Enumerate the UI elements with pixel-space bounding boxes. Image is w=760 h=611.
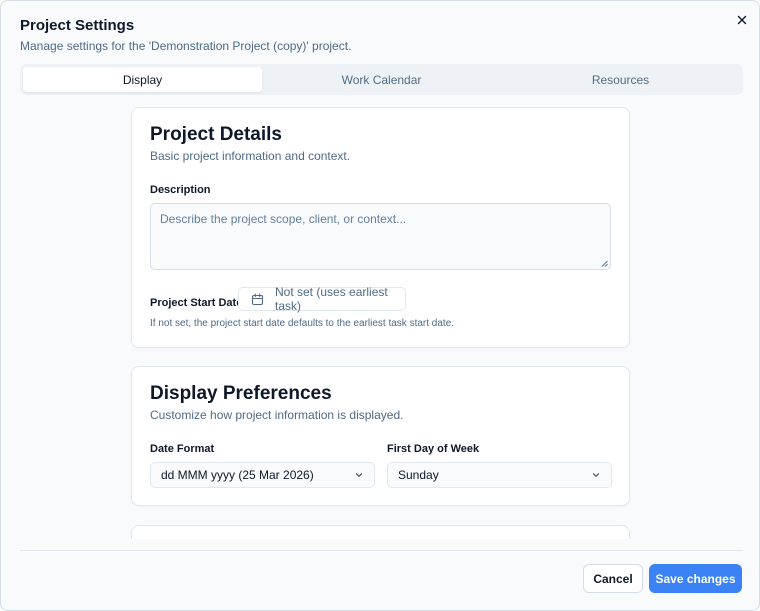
cancel-button[interactable]: Cancel: [583, 564, 643, 593]
first-day-label: First Day of Week: [387, 443, 480, 455]
dialog-subtitle: Manage settings for the 'Demonstration P…: [20, 39, 352, 53]
chevron-down-icon: [355, 473, 363, 477]
display-preferences-description: Customize how project information is dis…: [150, 408, 404, 422]
start-date-help: If not set, the project start date defau…: [150, 318, 455, 329]
project-details-card: Project Details Basic project informatio…: [131, 107, 630, 348]
project-details-title: Project Details: [150, 124, 282, 145]
tab-resources[interactable]: Resources: [501, 67, 740, 92]
description-label: Description: [150, 184, 211, 196]
tab-display[interactable]: Display: [23, 67, 262, 92]
start-date-picker[interactable]: Not set (uses earliest task): [238, 285, 406, 313]
project-settings-dialog: Project Settings Manage settings for the…: [0, 0, 760, 611]
tab-work-calendar[interactable]: Work Calendar: [262, 67, 501, 92]
start-date-value: Not set (uses earliest task): [275, 285, 388, 313]
save-changes-button[interactable]: Save changes: [649, 564, 742, 593]
first-day-select[interactable]: Sunday: [387, 462, 612, 488]
resize-grip-icon[interactable]: [601, 260, 608, 267]
display-preferences-card: Display Preferences Customize how projec…: [131, 366, 630, 506]
date-format-value: dd MMM yyyy (25 Mar 2026): [161, 468, 314, 482]
project-details-description: Basic project information and context.: [150, 149, 351, 163]
first-day-value: Sunday: [398, 468, 439, 482]
date-format-select[interactable]: dd MMM yyyy (25 Mar 2026): [150, 462, 375, 488]
display-preferences-title: Display Preferences: [150, 383, 332, 404]
settings-scroll-area[interactable]: Project Details Basic project informatio…: [1, 101, 759, 539]
description-textarea[interactable]: Describe the project scope, client, or c…: [150, 203, 611, 270]
close-button[interactable]: [734, 12, 750, 28]
footer-divider: [20, 550, 743, 551]
next-settings-card: [131, 525, 630, 539]
dialog-title: Project Settings: [20, 17, 135, 34]
start-date-label: Project Start Date: [150, 297, 243, 309]
description-placeholder: Describe the project scope, client, or c…: [160, 212, 407, 226]
close-icon: [737, 15, 747, 25]
chevron-down-icon: [592, 473, 600, 477]
date-format-label: Date Format: [150, 443, 215, 455]
settings-tabs: Display Work Calendar Resources: [20, 64, 743, 95]
calendar-icon: [251, 292, 264, 306]
